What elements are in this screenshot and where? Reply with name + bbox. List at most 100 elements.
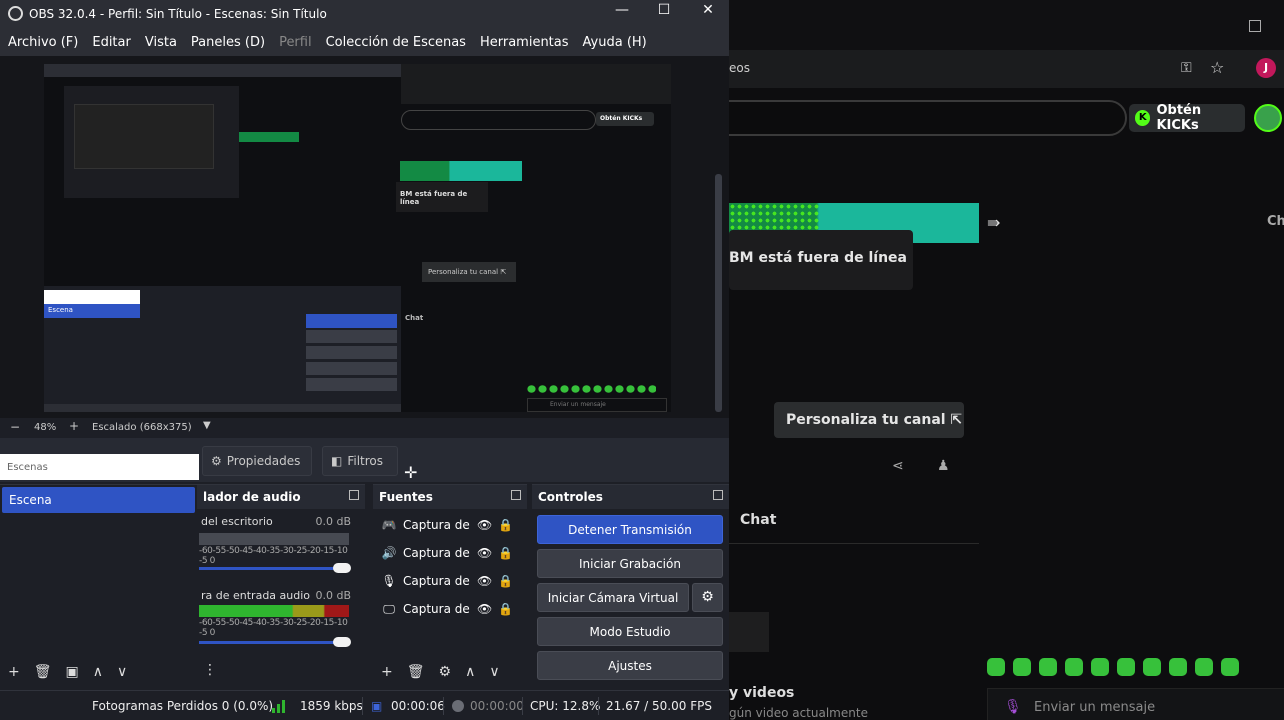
emote-icon[interactable]: [1195, 658, 1213, 676]
nested-scenes-filter: [44, 290, 140, 304]
kick-search-input[interactable]: [709, 100, 1127, 136]
minimize-button[interactable]: —: [602, 2, 642, 18]
menu-editar[interactable]: Editar: [92, 35, 131, 50]
key-icon[interactable]: ⚿: [1181, 60, 1192, 76]
move-up-button[interactable]: ∧: [93, 664, 103, 680]
source-item[interactable]: 🔊 Captura de salida de audio 👁 🔒: [373, 540, 523, 566]
start-recording-button[interactable]: Iniciar Grabación: [537, 549, 723, 578]
scaling-mode[interactable]: Escalado (668x375): [92, 422, 192, 433]
start-virtual-camera-button[interactable]: Iniciar Cámara Virtual: [537, 583, 689, 612]
share-icon[interactable]: ⋖: [892, 458, 904, 474]
customize-channel-button[interactable]: Personaliza tu canal ⇱: [774, 402, 964, 438]
maximize-button[interactable]: ☐: [644, 2, 684, 18]
lock-icon[interactable]: 🔒: [498, 602, 513, 616]
filters-label: Filtros: [347, 454, 384, 468]
avatar[interactable]: J: [1256, 58, 1276, 78]
emote-icon[interactable]: [1039, 658, 1057, 676]
nested-control-button: [306, 378, 397, 391]
browser-url[interactable]: eos: [729, 61, 750, 75]
meter-scale: -60-55-50-45-40-35-30-25-20-15-10 -5 0: [199, 546, 348, 566]
add-scene-button[interactable]: +: [8, 664, 20, 680]
scenes-dock: Escena + 🗑 ▣ ∧ ∨: [0, 484, 197, 688]
menu-archivo[interactable]: Archivo (F): [8, 35, 78, 50]
stop-stream-button[interactable]: Detener Transmisión: [537, 515, 723, 544]
browser-address-bar[interactable]: eos ⚿ ☆ J: [729, 50, 1284, 88]
emote-icon[interactable]: [1117, 658, 1135, 676]
browser-titlebar: [729, 0, 1284, 50]
preview-canvas[interactable]: Obtén KICKs BM está fuera de línea Perso…: [0, 56, 729, 418]
undock-icon[interactable]: [349, 490, 359, 500]
emote-icon[interactable]: [1221, 658, 1239, 676]
get-kicks-button[interactable]: K Obtén KICKs: [1129, 103, 1245, 133]
chevron-down-icon[interactable]: ▼: [203, 420, 211, 431]
properties-button[interactable]: ⚙ Propiedades: [202, 446, 312, 476]
add-source-button[interactable]: +: [381, 664, 393, 680]
zoom-level: 48%: [34, 422, 57, 433]
slider-handle[interactable]: [333, 563, 351, 573]
filters-button[interactable]: ◧ Filtros: [322, 446, 398, 476]
menu-paneles[interactable]: Paneles (D): [191, 35, 265, 50]
meter-scale: -60-55-50-45-40-35-30-25-20-15-10 -5 0: [199, 618, 348, 638]
slider-handle[interactable]: [333, 637, 351, 647]
eye-icon[interactable]: 👁: [477, 602, 492, 616]
audio-mixer-dock: lador de audio del escritorio 0.0 dB -60…: [197, 484, 365, 688]
menu-perfil[interactable]: Perfil: [279, 35, 312, 50]
emote-icon[interactable]: [1169, 658, 1187, 676]
undock-icon[interactable]: [713, 490, 723, 500]
source-item[interactable]: 🎮 Captura de juego 👁 🔒: [373, 512, 523, 538]
browser-maximize-icon[interactable]: [1249, 20, 1261, 32]
eye-icon[interactable]: 👁: [477, 518, 492, 532]
star-icon[interactable]: ☆: [1210, 58, 1224, 77]
lock-icon[interactable]: 🔒: [498, 546, 513, 560]
source-item[interactable]: 🎙 Captura de entrada de audio 👁 🔒: [373, 568, 523, 594]
emote-icon[interactable]: [1143, 658, 1161, 676]
emote-bar[interactable]: [987, 658, 1239, 676]
move-down-button[interactable]: ∨: [117, 664, 127, 680]
filter-scene-button[interactable]: ▣: [66, 664, 79, 680]
emote-icon[interactable]: [1013, 658, 1031, 676]
menu-ayuda[interactable]: Ayuda (H): [583, 35, 647, 50]
volume-slider[interactable]: [199, 563, 351, 573]
emote-icon[interactable]: [1065, 658, 1083, 676]
zoom-in-button[interactable]: +: [69, 419, 79, 433]
undock-icon[interactable]: [511, 490, 521, 500]
volume-slider[interactable]: [199, 637, 351, 647]
chat-heading: Chat: [740, 512, 777, 528]
user-avatar-icon[interactable]: [1254, 104, 1282, 132]
move-down-button[interactable]: ∨: [489, 664, 499, 680]
scenes-filter-input[interactable]: Escenas: [0, 454, 199, 480]
menu-vista[interactable]: Vista: [145, 35, 177, 50]
virtual-camera-settings-button[interactable]: ⚙: [692, 583, 723, 612]
move-up-button[interactable]: ∧: [465, 664, 475, 680]
more-icon[interactable]: ⋮: [203, 662, 217, 678]
delete-source-button[interactable]: 🗑: [407, 664, 425, 680]
move-cursor-icon: ✛: [404, 463, 418, 482]
lock-icon[interactable]: 🔒: [498, 518, 513, 532]
source-item[interactable]: 🖵 Captura de pantalla 👁 🔒: [373, 596, 523, 622]
volume-meter: [199, 533, 349, 545]
menu-herramientas[interactable]: Herramientas: [480, 35, 569, 50]
menu-coleccion-escenas[interactable]: Colección de Escenas: [326, 35, 466, 50]
channel-tab-partial[interactable]: Ch: [1267, 214, 1284, 229]
delete-scene-button[interactable]: 🗑: [34, 664, 52, 680]
emote-icon[interactable]: [987, 658, 1005, 676]
eye-icon[interactable]: 👁: [477, 546, 492, 560]
emote-icon[interactable]: [1091, 658, 1109, 676]
vertical-scrollbar[interactable]: [715, 174, 722, 412]
zoom-out-button[interactable]: −: [10, 420, 20, 434]
expand-arrow-icon[interactable]: ⇛: [987, 213, 1000, 232]
settings-button[interactable]: Ajustes: [537, 651, 723, 680]
mic-icon[interactable]: 🎙: [1004, 699, 1022, 715]
studio-mode-button[interactable]: Modo Estudio: [537, 617, 723, 646]
eye-icon[interactable]: 👁: [477, 574, 492, 588]
videos-subtext: gún video actualmente: [729, 706, 868, 720]
follow-user-icon[interactable]: ♟: [937, 458, 950, 474]
controls-dock: Controles Detener Transmisión Iniciar Gr…: [532, 484, 729, 688]
lock-icon[interactable]: 🔒: [498, 574, 513, 588]
scene-item[interactable]: Escena: [2, 487, 195, 513]
chat-message-input[interactable]: 🎙 Enviar un mensaje: [987, 688, 1284, 720]
close-button[interactable]: ✕: [688, 2, 728, 18]
divider: [729, 543, 979, 544]
record-time: 00:00:00: [470, 699, 524, 713]
source-properties-button[interactable]: ⚙: [439, 664, 452, 680]
